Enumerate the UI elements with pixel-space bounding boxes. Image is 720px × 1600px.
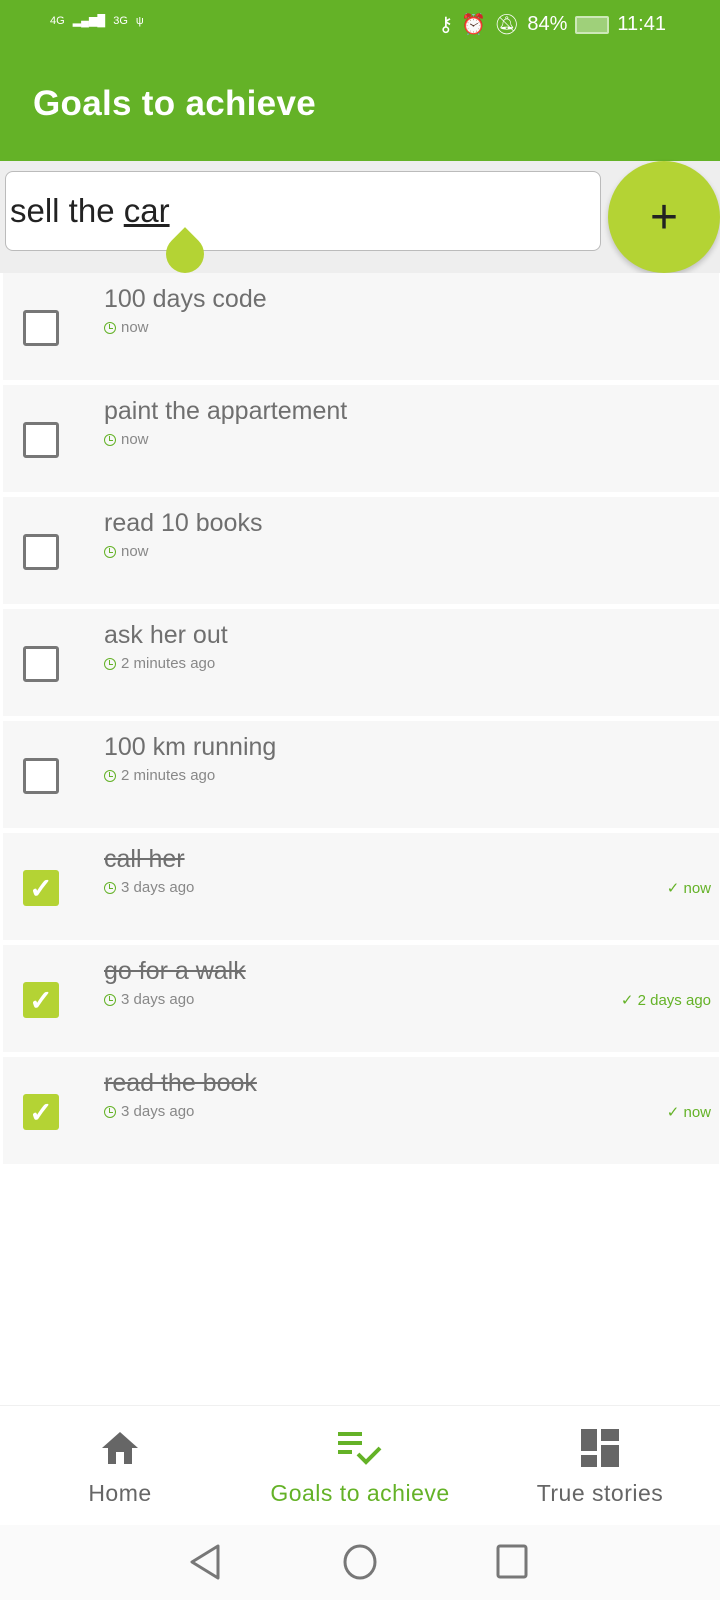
goal-title: ask her out <box>104 621 228 649</box>
new-goal-area: sell the car + <box>0 161 720 281</box>
goal-item[interactable]: ✓ read the book 3 days ago ✓ now <box>3 1057 719 1164</box>
clock-icon <box>104 1105 116 1118</box>
clock-icon <box>104 433 116 446</box>
goal-checkbox[interactable] <box>23 422 59 458</box>
dashboard-icon <box>480 1428 720 1468</box>
goal-checkbox[interactable] <box>23 534 59 570</box>
goal-checkbox[interactable]: ✓ <box>23 1094 59 1130</box>
goal-item[interactable]: 100 km running 2 minutes ago <box>3 721 719 828</box>
checklist-icon <box>240 1428 480 1468</box>
created-time: now <box>121 319 149 336</box>
tab-true-stories[interactable]: True stories <box>480 1406 720 1526</box>
clock-icon <box>104 993 116 1006</box>
created-time: 3 days ago <box>121 991 195 1008</box>
goal-item[interactable]: ask her out 2 minutes ago <box>3 609 719 716</box>
goal-title: read the book <box>104 1069 257 1097</box>
goal-completed-time: ✓ now <box>666 880 711 897</box>
goal-title: 100 km running <box>104 733 277 761</box>
clock-icon <box>104 881 116 894</box>
goal-title: go for a walk <box>104 957 246 985</box>
tab-home[interactable]: Home <box>0 1406 240 1526</box>
goal-created: now <box>104 319 149 336</box>
goal-created: now <box>104 431 149 448</box>
goal-checkbox[interactable] <box>23 758 59 794</box>
clock-icon <box>104 657 116 670</box>
goal-created: 2 minutes ago <box>104 767 215 784</box>
tab-label: True stories <box>536 1480 664 1506</box>
app-bar: Goals to achieve <box>0 48 720 161</box>
input-text: sell the <box>10 192 124 229</box>
goal-created: 3 days ago <box>104 991 194 1008</box>
clock-icon <box>104 769 116 782</box>
vpn-key-icon: ⚷ <box>438 14 454 36</box>
created-time: 3 days ago <box>121 879 195 896</box>
created-time: 2 minutes ago <box>121 655 216 672</box>
goal-title: 100 days code <box>104 285 267 313</box>
system-navigation-bar <box>0 1525 720 1600</box>
goal-completed-time: ✓ now <box>666 1104 711 1121</box>
add-goal-button[interactable]: + <box>608 161 720 273</box>
tab-label: Goals to achieve <box>270 1480 450 1506</box>
created-time: 3 days ago <box>121 1103 195 1120</box>
check-icon: ✓ <box>29 1096 53 1128</box>
goal-completed-time: ✓ 2 days ago <box>620 992 711 1009</box>
clock-icon <box>104 321 116 334</box>
clock: 11:41 <box>617 13 666 35</box>
input-composing-word: car <box>123 192 170 229</box>
signal-4g-icon: 4G <box>50 15 65 27</box>
back-icon[interactable] <box>188 1543 222 1586</box>
goal-title: call her <box>104 845 185 873</box>
goal-checkbox[interactable]: ✓ <box>23 870 59 906</box>
goal-title: paint the appartement <box>104 397 348 425</box>
goal-created: 3 days ago <box>104 879 194 896</box>
created-time: now <box>121 543 149 560</box>
created-time: now <box>121 431 149 448</box>
status-bar: 4G ▂▄▆█ 3G ψ ⚷ ⏰ 🔕︎ 84% 11:41 <box>0 0 720 48</box>
recents-icon[interactable] <box>496 1543 528 1586</box>
home-icon <box>0 1428 240 1468</box>
goal-checkbox[interactable] <box>23 646 59 682</box>
signal-3g-icon: 3G <box>113 15 128 27</box>
created-time: 2 minutes ago <box>121 767 216 784</box>
goal-item[interactable]: ✓ go for a walk 3 days ago ✓ 2 days ago <box>3 945 719 1052</box>
clock-icon <box>104 545 116 558</box>
check-icon: ✓ <box>29 872 53 904</box>
goal-item[interactable]: ✓ call her 3 days ago ✓ now <box>3 833 719 940</box>
goal-checkbox[interactable]: ✓ <box>23 982 59 1018</box>
home-circle-icon[interactable] <box>342 1543 378 1586</box>
goal-list: 100 days code now paint the appartement … <box>3 273 719 1169</box>
battery-icon <box>575 15 610 34</box>
goal-created: now <box>104 543 149 560</box>
mute-icon: 🔕︎ <box>494 14 520 36</box>
battery-percent: 84% <box>527 13 568 35</box>
goal-item[interactable]: 100 days code now <box>3 273 719 380</box>
goal-item[interactable]: read 10 books now <box>3 497 719 604</box>
bottom-navigation: Home Goals to achieve True stories <box>0 1405 720 1525</box>
signal-bars-icon: ▂▄▆█ <box>72 15 106 27</box>
page-title: Goals to achieve <box>33 84 316 123</box>
goal-checkbox[interactable] <box>23 310 59 346</box>
check-icon: ✓ <box>29 984 53 1016</box>
goal-item[interactable]: paint the appartement now <box>3 385 719 492</box>
tab-label: Home <box>88 1480 152 1506</box>
goal-created: 3 days ago <box>104 1103 194 1120</box>
goal-title: read 10 books <box>104 509 263 537</box>
goal-created: 2 minutes ago <box>104 655 215 672</box>
tab-goals-to-achieve[interactable]: Goals to achieve <box>240 1406 480 1526</box>
alarm-icon: ⏰ <box>461 14 486 36</box>
usb-icon: ψ <box>135 15 144 27</box>
new-goal-input[interactable]: sell the car <box>5 171 601 251</box>
